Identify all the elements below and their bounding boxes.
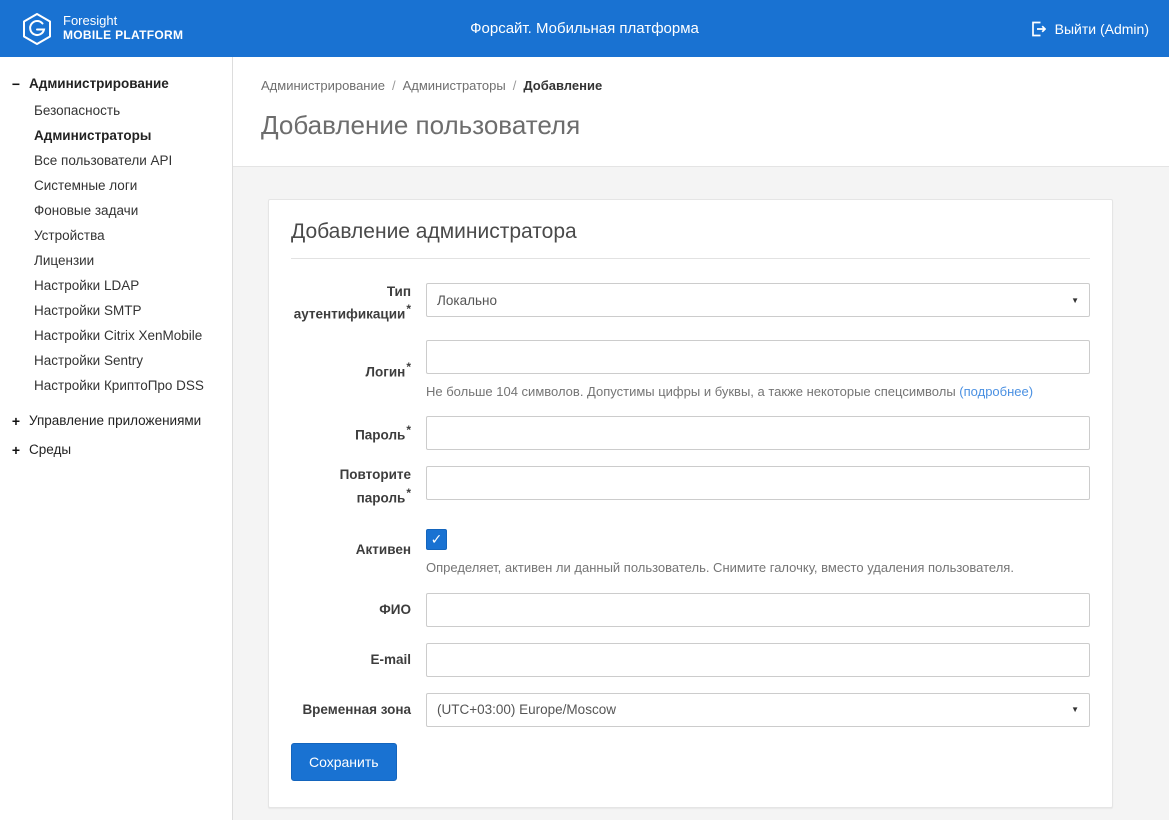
sidebar-item-devices[interactable]: Устройства <box>30 223 226 248</box>
expand-icon[interactable]: + <box>10 414 22 428</box>
full-name-row: ФИО <box>291 592 1090 627</box>
save-button[interactable]: Сохранить <box>291 742 397 781</box>
email-label: E-mail <box>370 651 411 667</box>
required-asterisk: * <box>406 423 411 438</box>
chevron-down-icon: ▼ <box>1071 295 1079 305</box>
active-checkbox[interactable]: ✓ <box>426 529 447 551</box>
breadcrumb-administrators[interactable]: Администраторы <box>403 78 506 93</box>
add-admin-card: Добавление администратора Тип аутентифик… <box>268 199 1113 808</box>
logo-line1: Foresight <box>63 13 118 29</box>
sidebar-section-environments[interactable]: + Среды <box>8 437 226 462</box>
email-row: E-mail <box>291 642 1090 677</box>
sidebar-item-security[interactable]: Безопасность <box>30 98 226 123</box>
sidebar-item-ldap-settings[interactable]: Настройки LDAP <box>30 273 226 298</box>
sidebar-item-api-users[interactable]: Все пользователи API <box>30 148 226 173</box>
sidebar-nav: − Администрирование Безопасность Админис… <box>0 57 233 820</box>
password-label: Пароль* <box>355 423 411 443</box>
active-label: Активен <box>355 542 411 558</box>
breadcrumb-separator: / <box>512 78 517 93</box>
breadcrumb-current: Добавление <box>523 78 603 93</box>
login-help: Не больше 104 символов. Допустимы цифры … <box>426 383 1034 399</box>
sidebar-item-sentry-settings[interactable]: Настройки Sentry <box>30 348 226 373</box>
login-input[interactable] <box>426 339 1090 374</box>
checkmark-icon: ✓ <box>430 531 443 548</box>
timezone-select[interactable]: (UTC+03:00) Europe/Moscow ▼ <box>426 692 1090 727</box>
sidebar-item-background-tasks[interactable]: Фоновые задачи <box>30 198 226 223</box>
sidebar-section-label: Администрирование <box>29 76 169 91</box>
logout-button[interactable]: Выйти (Admin) <box>1030 21 1149 37</box>
app-logo[interactable]: Foresight MOBILE PLATFORM <box>20 12 183 46</box>
logo-text: Foresight MOBILE PLATFORM <box>63 13 184 43</box>
main-content: Администрирование / Администраторы / Доб… <box>233 57 1169 820</box>
timezone-row: Временная зона (UTC+03:00) Europe/Moscow… <box>291 692 1090 727</box>
expand-icon[interactable]: + <box>10 443 22 457</box>
breadcrumb: Администрирование / Администраторы / Доб… <box>261 78 1141 93</box>
card-title: Добавление администратора <box>291 220 1090 259</box>
required-asterisk: * <box>406 485 411 500</box>
app-title: Форсайт. Мобильная платформа <box>470 20 699 37</box>
password-repeat-label: Повторите пароль* <box>339 467 411 506</box>
auth-type-select[interactable]: Локально ▼ <box>426 283 1090 317</box>
password-row: Пароль* <box>291 416 1090 451</box>
full-name-label: ФИО <box>379 601 411 617</box>
sidebar-item-administrators[interactable]: Администраторы <box>30 123 226 148</box>
page-head: Администрирование / Администраторы / Доб… <box>233 57 1169 167</box>
chevron-down-icon: ▼ <box>1071 705 1079 715</box>
login-label: Логин* <box>365 359 411 380</box>
logout-label: Выйти (Admin) <box>1054 20 1149 37</box>
required-asterisk: * <box>406 359 411 374</box>
collapse-icon[interactable]: − <box>10 77 22 91</box>
breadcrumb-separator: / <box>391 78 396 93</box>
auth-type-label: Тип аутентификации* <box>293 284 411 322</box>
timezone-label: Временная зона <box>302 701 411 717</box>
required-asterisk: * <box>406 302 411 317</box>
sidebar-item-licenses[interactable]: Лицензии <box>30 248 226 273</box>
sidebar-section-label: Управление приложениями <box>29 413 202 428</box>
sidebar-item-citrix-xenmobile-settings[interactable]: Настройки Citrix XenMobile <box>30 323 226 348</box>
page-title: Добавление пользователя <box>261 110 581 140</box>
sidebar-section-app-management[interactable]: + Управление приложениями <box>8 408 226 433</box>
email-field[interactable] <box>426 642 1090 677</box>
password-repeat-input[interactable] <box>426 466 1090 501</box>
active-row: Активен ✓ Определяет, активен ли данный … <box>291 523 1090 577</box>
page-body: Добавление администратора Тип аутентифик… <box>233 167 1169 820</box>
login-help-details-link[interactable]: (подробнее) <box>959 384 1033 399</box>
auth-type-row: Тип аутентификации* Локально ▼ <box>291 283 1090 324</box>
sidebar-tree: Безопасность Администраторы Все пользова… <box>8 96 226 404</box>
logo-line2: MOBILE PLATFORM <box>63 28 184 43</box>
password-input[interactable] <box>426 416 1090 451</box>
auth-type-value: Локально <box>437 292 497 308</box>
breadcrumb-administration[interactable]: Администрирование <box>261 78 385 93</box>
active-help: Определяет, активен ли данный пользовате… <box>426 560 1014 576</box>
sidebar-section-label: Среды <box>29 442 72 457</box>
timezone-value: (UTC+03:00) Europe/Moscow <box>437 702 616 718</box>
login-row: Логин* Не больше 104 символов. Допустимы… <box>291 339 1090 401</box>
sidebar-item-smtp-settings[interactable]: Настройки SMTP <box>30 298 226 323</box>
sidebar-item-cryptopro-dss-settings[interactable]: Настройки КриптоПро DSS <box>30 373 226 398</box>
password-repeat-row: Повторите пароль* <box>291 466 1090 507</box>
sidebar-section-administration[interactable]: − Администрирование <box>8 71 226 96</box>
sidebar-item-system-logs[interactable]: Системные логи <box>30 173 226 198</box>
foresight-hexagon-logo-icon <box>20 12 54 46</box>
logout-icon <box>1030 21 1046 37</box>
full-name-input[interactable] <box>426 592 1090 627</box>
top-header: Foresight MOBILE PLATFORM Форсайт. Мобил… <box>0 0 1169 57</box>
